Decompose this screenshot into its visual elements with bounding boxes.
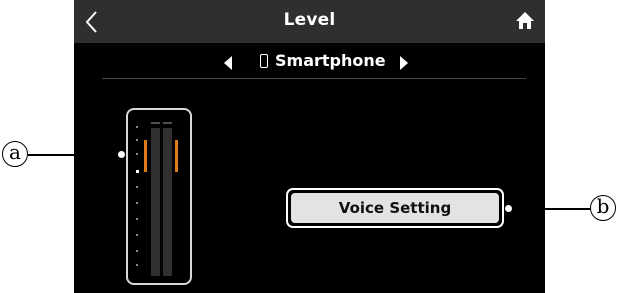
page-title: Level [283, 10, 336, 30]
triangle-left-icon[interactable] [224, 56, 232, 70]
callout-a-dot [117, 150, 126, 159]
voice-setting-label: Voice Setting [291, 193, 499, 223]
scale-tick [136, 234, 138, 236]
scale-tick [136, 153, 138, 155]
callout-b-dot [504, 204, 513, 213]
scale-tick [136, 126, 138, 128]
peak-indicator-right [175, 140, 178, 172]
input-selector: Smartphone [74, 50, 545, 76]
meter-bar-right [163, 128, 172, 276]
scale-tick [136, 202, 138, 204]
scale-tick [136, 139, 138, 141]
scale-tick [136, 170, 139, 173]
level-meter [126, 108, 192, 285]
scale-tick [136, 218, 138, 220]
callout-a: a [2, 141, 28, 167]
home-icon [516, 12, 534, 29]
device-screen: Level Smartphone Voice Setting [74, 0, 545, 293]
scale-tick [136, 186, 138, 188]
callout-b: b [590, 195, 616, 221]
meter-cap-right [163, 122, 172, 124]
meter-bar-left [151, 128, 160, 276]
divider [102, 78, 526, 79]
top-bar: Level [74, 0, 545, 43]
smartphone-icon [260, 54, 268, 68]
peak-indicator-left [144, 140, 147, 172]
callout-a-leader [28, 154, 120, 156]
device-name: Smartphone [275, 51, 386, 70]
meter-cap-left [151, 122, 160, 124]
scale-tick [136, 264, 138, 266]
callout-b-leader [508, 208, 591, 210]
scale-tick [136, 250, 138, 252]
home-button[interactable] [515, 11, 535, 31]
voice-setting-button[interactable]: Voice Setting [286, 188, 504, 228]
triangle-right-icon[interactable] [400, 56, 408, 70]
